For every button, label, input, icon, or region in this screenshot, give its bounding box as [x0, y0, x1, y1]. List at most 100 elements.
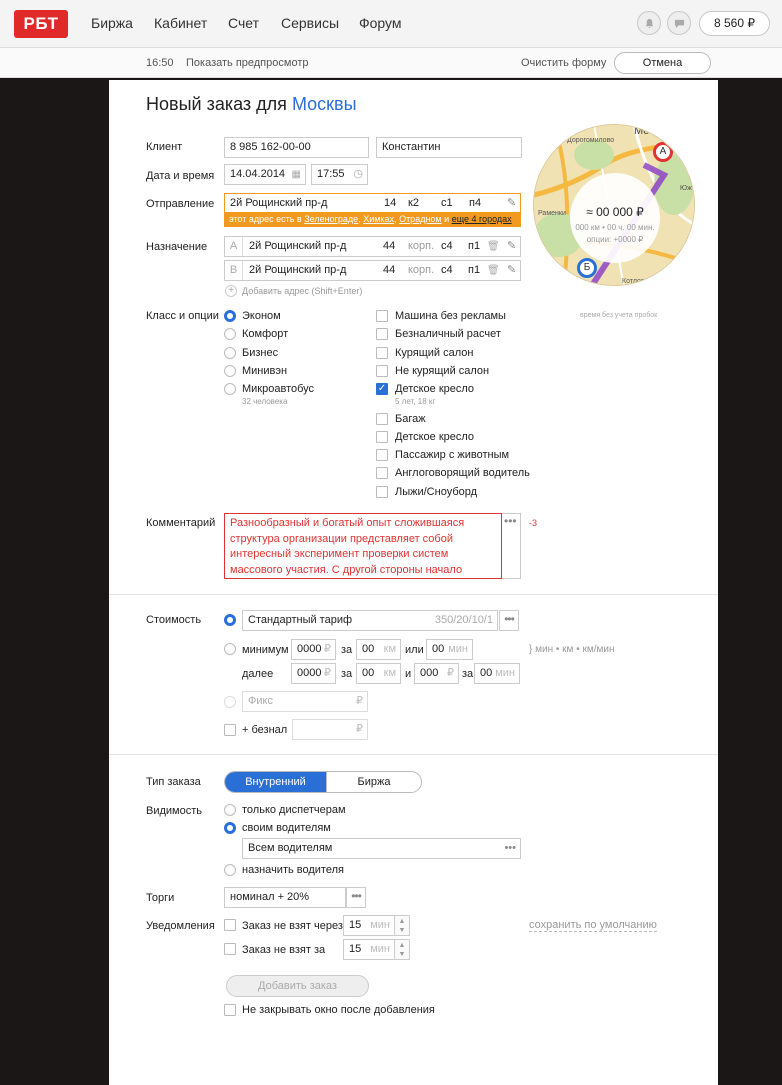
- class-radio[interactable]: [224, 365, 236, 377]
- cashless-amount-input[interactable]: ₽: [292, 719, 368, 740]
- trash-icon[interactable]: 🗑: [487, 237, 500, 256]
- clock-icon[interactable]: ◷: [353, 165, 363, 184]
- assign-driver-radio[interactable]: [224, 864, 236, 876]
- balance-badge[interactable]: 8 560 ₽: [699, 11, 770, 36]
- bid-more-icon[interactable]: •••: [346, 887, 366, 908]
- assign-driver-label: назначить водителя: [242, 864, 344, 876]
- edit-icon[interactable]: ✎: [507, 261, 516, 280]
- stepper-icon[interactable]: ▲ ▼: [395, 915, 410, 936]
- date-input[interactable]: 14.04.2014 ▦: [224, 164, 306, 185]
- destination-letter: B: [225, 261, 243, 280]
- next-price-input[interactable]: 0000 ₽: [291, 663, 336, 684]
- next-label: далее: [242, 668, 274, 680]
- top-bar: РБТ Биржа Кабинет Счет Сервисы Форум 8 5…: [0, 0, 782, 48]
- option-checkbox[interactable]: ✓: [376, 383, 388, 395]
- type-exchange-option[interactable]: Биржа: [326, 772, 421, 792]
- comment-text[interactable]: Разнообразный и богатый опыт сложившаяся…: [224, 513, 502, 579]
- cancel-button[interactable]: Отмена: [614, 52, 711, 74]
- city-option-khimki[interactable]: Химках: [363, 214, 394, 224]
- next-km-input[interactable]: 00 км: [356, 663, 401, 684]
- visibility-label: Видимость: [146, 805, 202, 817]
- save-default-link[interactable]: сохранить по умолчанию: [529, 919, 657, 932]
- bid-input[interactable]: номинал + 20%: [224, 887, 346, 908]
- option-checkbox[interactable]: [376, 328, 388, 340]
- nav-forum[interactable]: Форум: [359, 15, 402, 31]
- add-order-button[interactable]: Добавить заказ: [226, 975, 369, 997]
- notify-within-checkbox[interactable]: [224, 943, 236, 955]
- units-note[interactable]: } мин • км • км/мин: [529, 644, 614, 655]
- route-map[interactable]: Дорогомилово Раменки Котловка Мо Юж А Б …: [533, 124, 695, 286]
- class-label-item: Бизнес: [242, 347, 279, 359]
- city-link[interactable]: Москвы: [292, 94, 357, 114]
- notify-after-input[interactable]: 15 мин: [343, 915, 395, 936]
- and-label: и: [405, 668, 412, 680]
- option-label: Детское кресло: [395, 383, 475, 395]
- edit-icon[interactable]: ✎: [507, 194, 516, 213]
- option-checkbox[interactable]: [376, 467, 388, 479]
- marker-a-icon[interactable]: А: [653, 142, 673, 162]
- option-checkbox[interactable]: [376, 365, 388, 377]
- class-radio[interactable]: [224, 383, 236, 395]
- option-checkbox[interactable]: [376, 449, 388, 461]
- notify-within-input[interactable]: 15 мин: [343, 939, 395, 960]
- nav-services[interactable]: Сервисы: [281, 15, 339, 31]
- nav-birzha[interactable]: Биржа: [91, 15, 133, 31]
- min-km-input[interactable]: 00 км: [356, 639, 401, 660]
- nav-cabinet[interactable]: Кабинет: [154, 15, 207, 31]
- bell-icon[interactable]: [637, 11, 661, 35]
- destination-a-input[interactable]: A 2й Рощинский пр-д 44 корп. с4 п1 🗑 ✎: [224, 236, 521, 257]
- preview-link[interactable]: Показать предпросмотр: [186, 57, 308, 69]
- custom-tariff-radio[interactable]: [224, 643, 236, 655]
- keep-open-checkbox[interactable]: [224, 1004, 236, 1016]
- city-option-zelenograd[interactable]: Зеленограде: [304, 214, 358, 224]
- clear-form-link[interactable]: Очистить форму: [521, 57, 606, 69]
- notify-label: Уведомления: [146, 920, 215, 932]
- stepper-icon[interactable]: ▲ ▼: [395, 939, 410, 960]
- more-icon[interactable]: •••: [504, 514, 517, 528]
- class-radio[interactable]: [224, 328, 236, 340]
- option-checkbox[interactable]: [376, 310, 388, 322]
- add-address-link[interactable]: Добавить адрес (Shift+Enter): [242, 286, 362, 296]
- min-minutes-input[interactable]: 00 мин: [426, 639, 473, 660]
- visibility-own-radio[interactable]: [224, 822, 236, 834]
- fix-price-input[interactable]: Фикс ₽: [242, 691, 368, 712]
- marker-b-icon[interactable]: Б: [577, 258, 597, 278]
- comment-textarea[interactable]: Разнообразный и богатый опыт сложившаяся…: [224, 513, 521, 579]
- order-type-toggle[interactable]: Внутренний Биржа: [224, 771, 422, 793]
- next-price2-input[interactable]: 000 ₽: [414, 663, 459, 684]
- option-checkbox[interactable]: [376, 413, 388, 425]
- time-input[interactable]: 17:55 ◷: [311, 164, 368, 185]
- destination-b-input[interactable]: B 2й Рощинский пр-д 44 корп. с4 п1 🗑 ✎: [224, 260, 521, 281]
- fix-radio[interactable]: [224, 696, 236, 708]
- cashless-checkbox[interactable]: [224, 724, 236, 736]
- type-internal-option[interactable]: Внутренний: [225, 772, 326, 792]
- class-radio[interactable]: [224, 310, 236, 322]
- tariff-select[interactable]: Стандартный тариф 350/20/10/1: [242, 610, 498, 631]
- tariff-radio[interactable]: [224, 614, 236, 626]
- notify-after-checkbox[interactable]: [224, 919, 236, 931]
- departure-address-input[interactable]: 2й Рощинский пр-д 14 к2 с1 п4 ✎: [224, 193, 521, 214]
- option-checkbox[interactable]: [376, 486, 388, 498]
- more-cities-link[interactable]: еще 4 городах: [452, 214, 512, 224]
- calendar-icon[interactable]: ▦: [292, 165, 301, 184]
- class-radio[interactable]: [224, 347, 236, 359]
- option-checkbox[interactable]: [376, 431, 388, 443]
- add-address-icon[interactable]: +: [225, 285, 237, 297]
- datetime-label: Дата и время: [146, 170, 215, 182]
- route-options-price: опции: +0000 ₽: [586, 235, 644, 244]
- chat-icon[interactable]: [667, 11, 691, 35]
- client-name-input[interactable]: Константин: [376, 137, 522, 158]
- option-checkbox[interactable]: [376, 347, 388, 359]
- visibility-dispatchers-radio[interactable]: [224, 804, 236, 816]
- edit-icon[interactable]: ✎: [507, 237, 516, 256]
- trash-icon[interactable]: 🗑: [487, 261, 500, 280]
- min-price-input[interactable]: 0000 ₽: [291, 639, 336, 660]
- client-phone-input[interactable]: 8 985 162-00-00: [224, 137, 369, 158]
- nav-account[interactable]: Счет: [228, 15, 259, 31]
- or-label: или: [405, 644, 424, 656]
- tariff-more-icon[interactable]: •••: [499, 610, 519, 631]
- next-minutes-input[interactable]: 00 мин: [474, 663, 520, 684]
- drivers-select[interactable]: Всем водителям •••: [242, 838, 521, 859]
- logo[interactable]: РБТ: [14, 10, 68, 38]
- city-option-otradnoe[interactable]: Отрадном: [399, 214, 442, 224]
